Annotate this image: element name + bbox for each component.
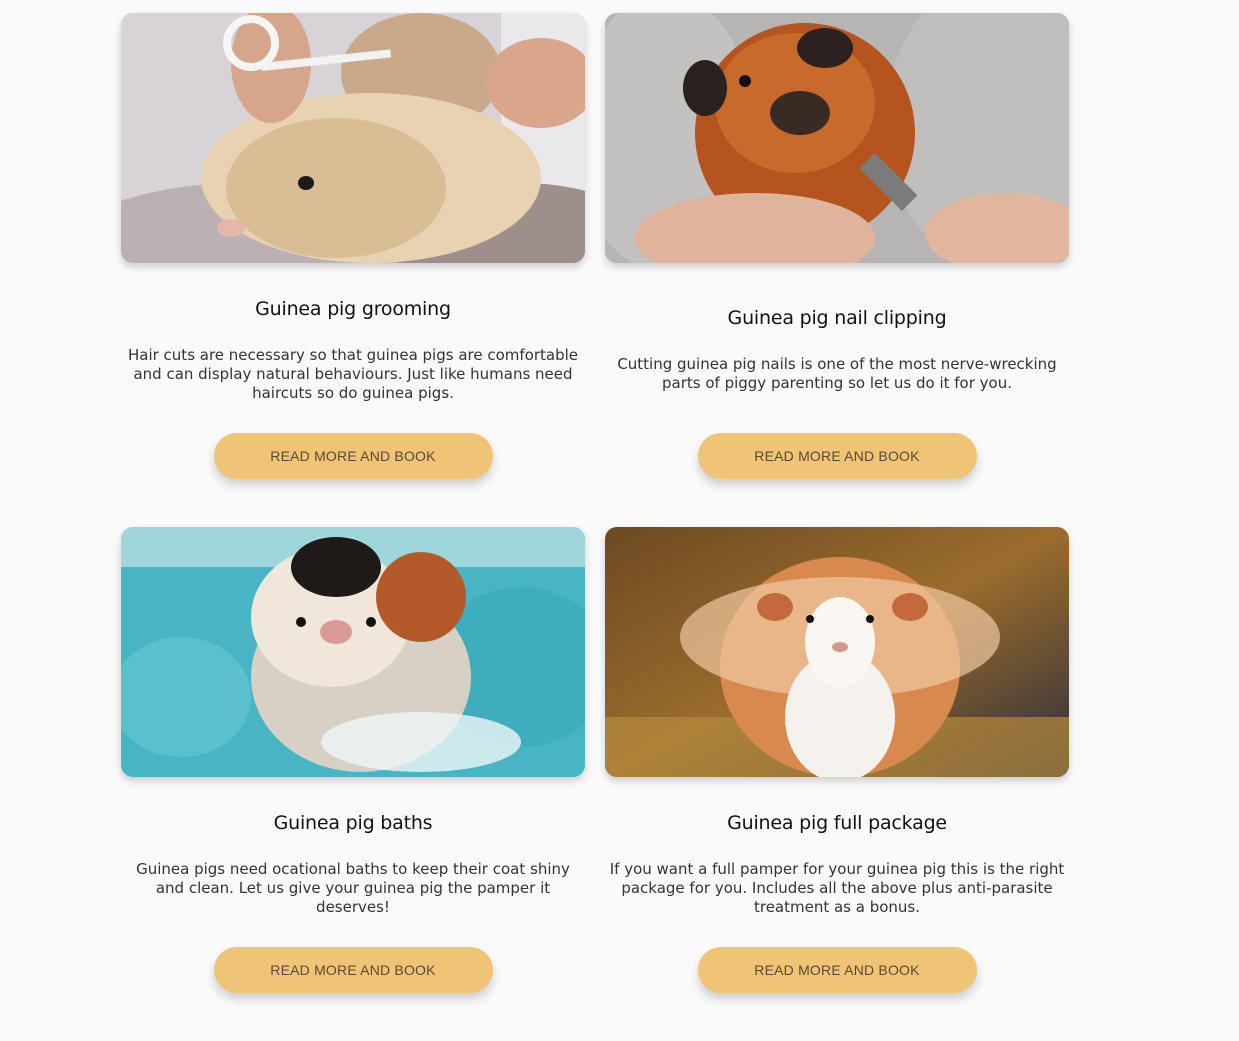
service-title: Guinea pig full package: [727, 811, 947, 834]
service-photo-baths: [121, 527, 585, 777]
service-text-nail-clipping: Guinea pig nail clipping Cutting guinea …: [607, 263, 1067, 421]
read-more-and-book-button[interactable]: READ MORE AND BOOK: [213, 433, 493, 479]
service-title: Guinea pig baths: [273, 811, 433, 834]
service-photo-full-package: [605, 527, 1069, 777]
service-description: Hair cuts are necessary so that guinea p…: [127, 345, 578, 402]
service-card-baths: Guinea pig baths Guinea pigs need ocatio…: [121, 527, 585, 1041]
service-photo-grooming: [121, 13, 585, 263]
service-description: Guinea pigs need ocational baths to keep…: [136, 859, 570, 916]
service-description: If you want a full pamper for your guine…: [609, 859, 1065, 916]
service-title: Guinea pig grooming: [255, 297, 451, 320]
service-title: Guinea pig nail clipping: [727, 307, 947, 329]
read-more-and-book-button[interactable]: READ MORE AND BOOK: [213, 947, 493, 993]
service-description: Cutting guinea pig nails is one of the m…: [617, 355, 1057, 392]
service-card-grooming: Guinea pig grooming Hair cuts are necess…: [121, 13, 585, 527]
read-more-and-book-button[interactable]: READ MORE AND BOOK: [697, 947, 977, 993]
read-more-and-book-button[interactable]: READ MORE AND BOOK: [697, 433, 977, 479]
service-text-baths: Guinea pig baths Guinea pigs need ocatio…: [123, 777, 583, 935]
service-photo-nail-clipping: [605, 13, 1069, 263]
service-text-grooming: Guinea pig grooming Hair cuts are necess…: [123, 263, 583, 421]
service-text-full-package: Guinea pig full package If you want a fu…: [607, 777, 1067, 935]
service-card-full-package: Guinea pig full package If you want a fu…: [605, 527, 1069, 1041]
services-grid: Guinea pig grooming Hair cuts are necess…: [121, 13, 1069, 1041]
service-card-nail-clipping: Guinea pig nail clipping Cutting guinea …: [605, 13, 1069, 527]
